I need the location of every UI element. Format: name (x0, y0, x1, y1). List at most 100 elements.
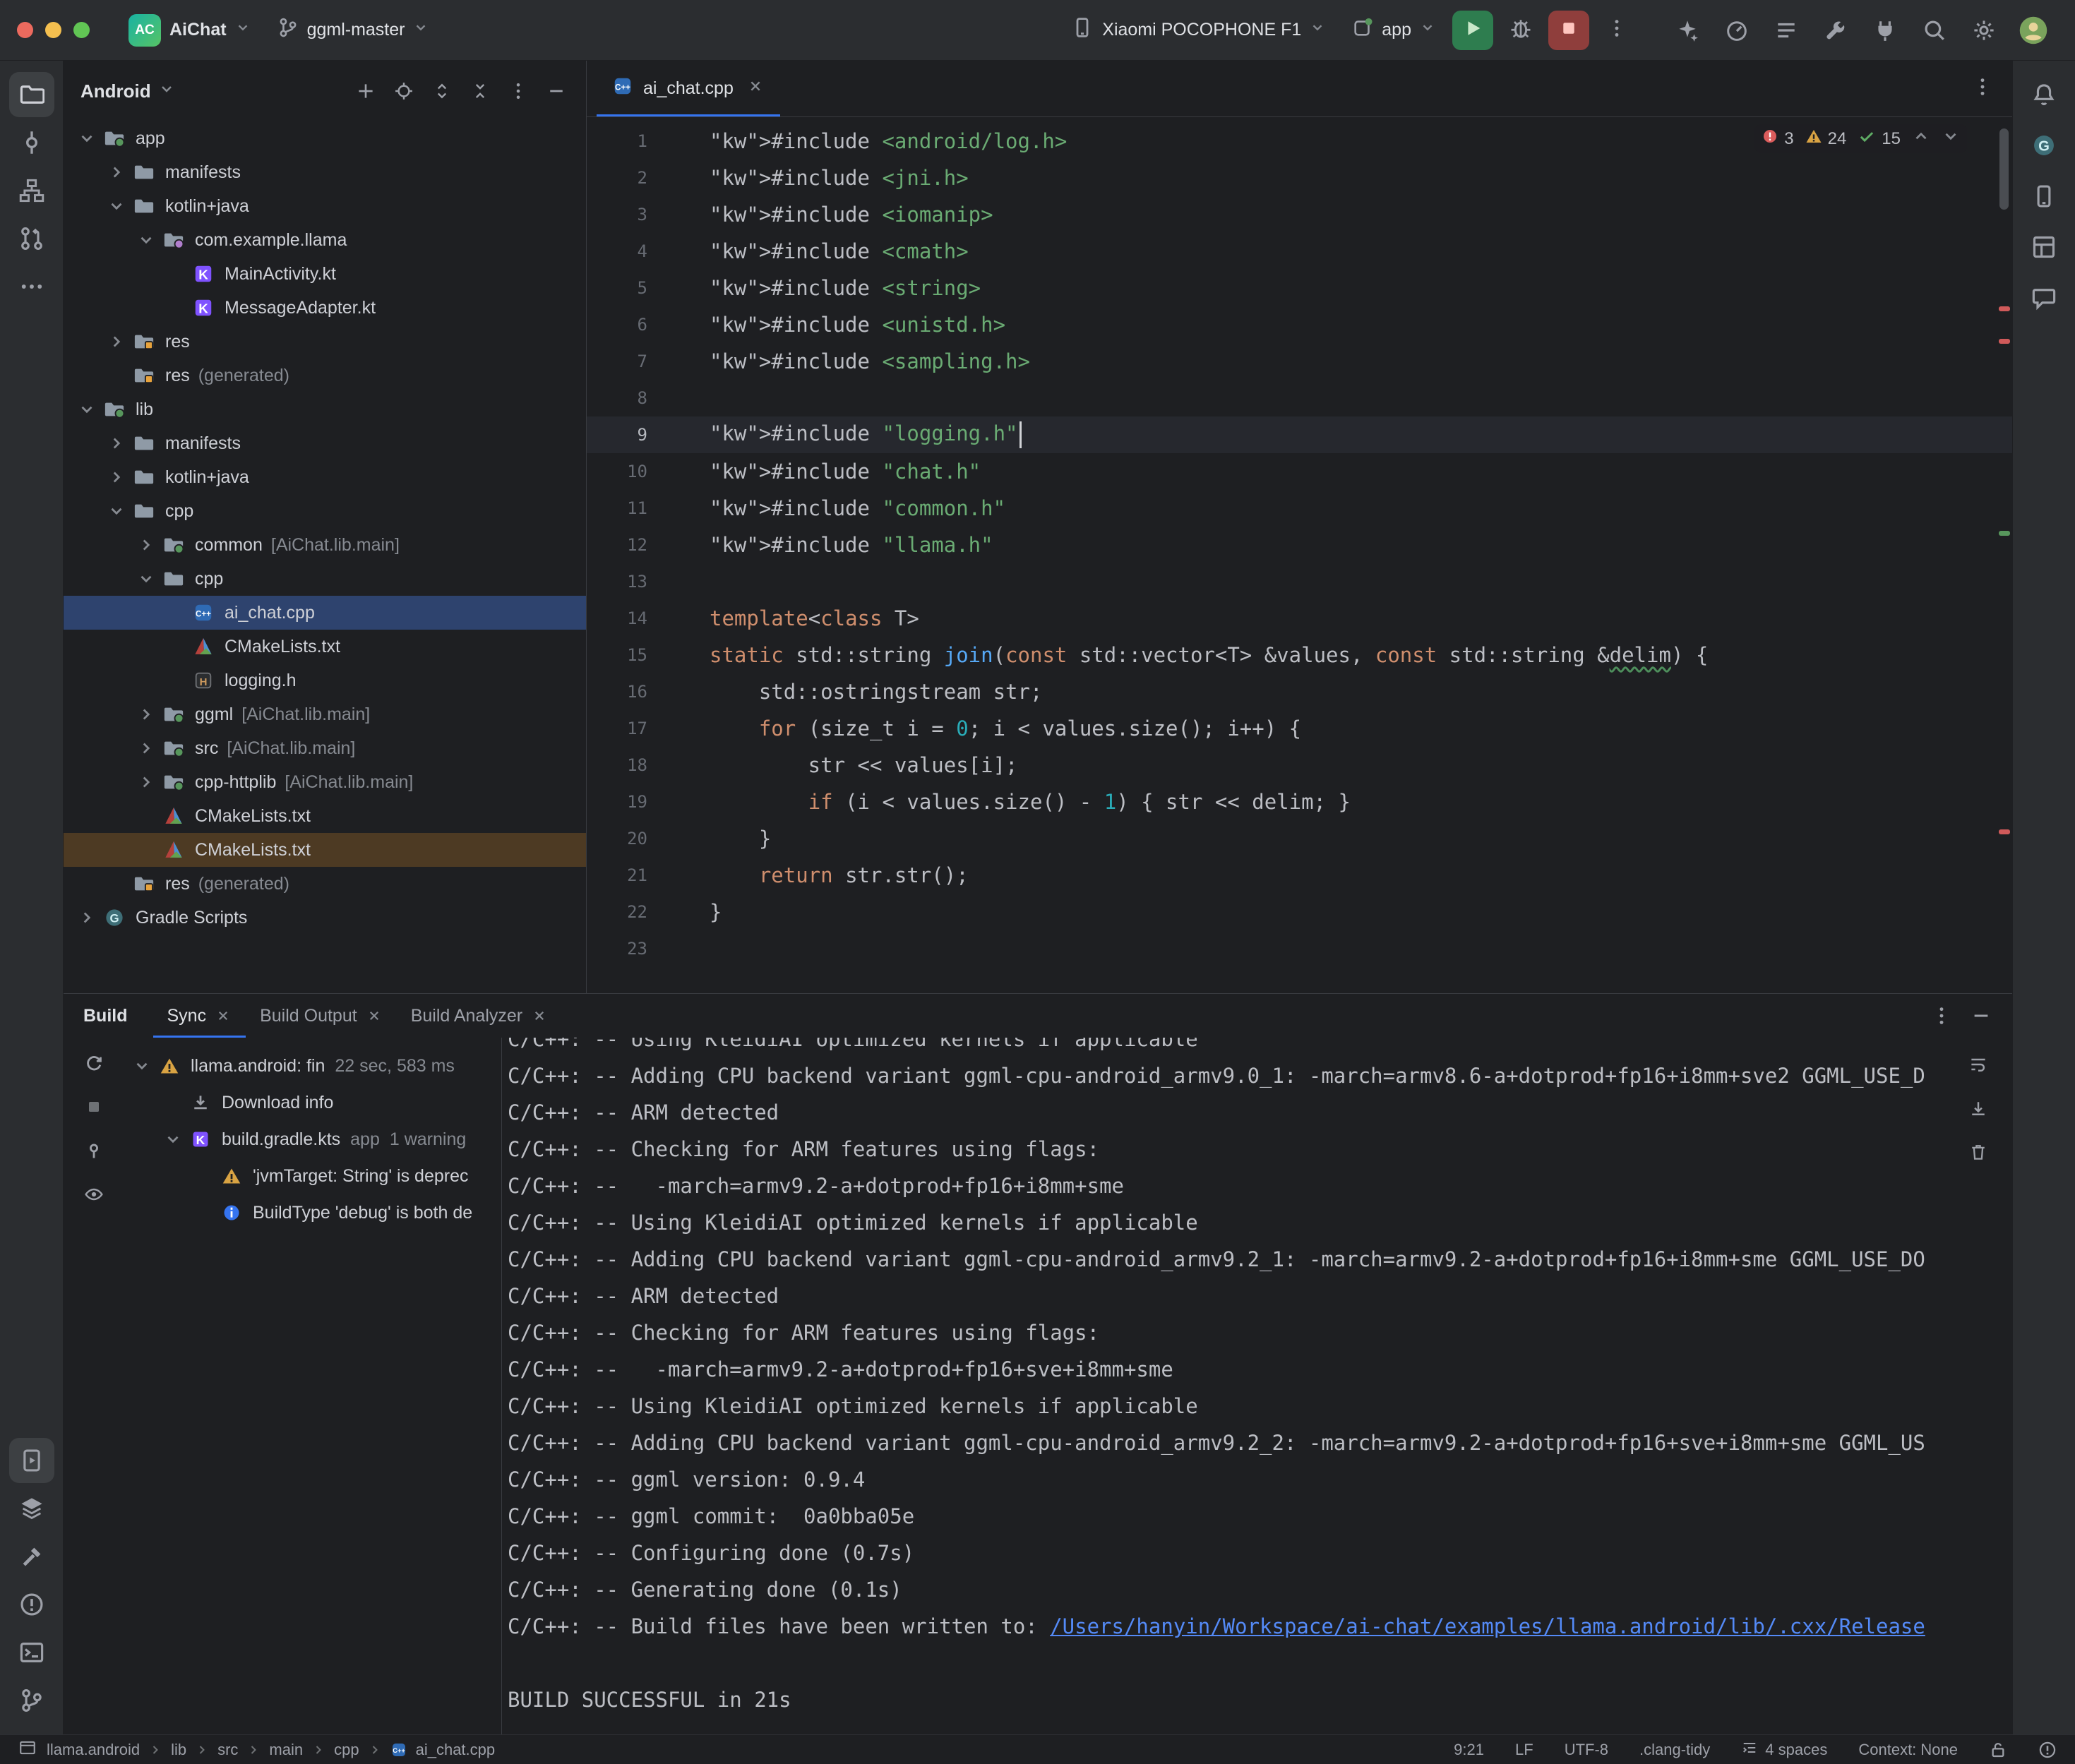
tree-chevron[interactable] (103, 502, 130, 520)
plugins-button[interactable] (1860, 11, 1910, 50)
tree-item-ggml[interactable]: ggml[AiChat.lib.main] (64, 697, 586, 731)
running-devices-button[interactable] (9, 1438, 54, 1483)
error-stripe-mark[interactable] (1999, 829, 2010, 834)
editor-tab-ai-chat-cpp[interactable]: C++ ai_chat.cpp (597, 61, 780, 116)
line-number[interactable]: 20 (587, 829, 647, 848)
build-tab-build-output[interactable]: Build Output (246, 994, 397, 1038)
previous-problem-button[interactable] (1912, 127, 1930, 150)
build-button[interactable] (9, 1534, 54, 1579)
tree-item-cmakelists-txt[interactable]: CMakeLists.txt (64, 833, 586, 867)
context-widget[interactable]: Context: None (1858, 1741, 1958, 1759)
tree-item-cpp[interactable]: cpp (64, 562, 586, 596)
run-config-selector[interactable]: app (1342, 11, 1445, 49)
build-tab-sync[interactable]: Sync (153, 994, 246, 1038)
breadcrumb-item[interactable]: ai_chat.cpp (416, 1741, 496, 1759)
profiler-button[interactable] (1712, 11, 1762, 50)
breadcrumb-item[interactable]: lib (171, 1741, 186, 1759)
console-link[interactable]: /Users/hanyin/Workspace/ai-chat/examples… (1050, 1614, 1925, 1638)
tree-item-manifests[interactable]: manifests (64, 426, 586, 460)
tree-chevron[interactable] (103, 163, 130, 181)
pull-requests-button[interactable] (9, 216, 54, 261)
inspections-widget[interactable]: 3 24 15 (1754, 124, 1967, 153)
inspection-passed[interactable]: 15 (1858, 127, 1901, 150)
tree-chevron[interactable] (103, 332, 130, 351)
locate-button[interactable] (387, 76, 421, 107)
structure-button[interactable] (9, 168, 54, 213)
build-tree-item[interactable]: llama.android: fin22 sec, 583 ms (124, 1048, 501, 1084)
maximize-window-button[interactable] (73, 22, 90, 38)
tree-item-common[interactable]: common[AiChat.lib.main] (64, 528, 586, 562)
tree-item-logging-h[interactable]: Hlogging.h (64, 664, 586, 697)
tree-chevron[interactable] (133, 773, 160, 791)
structure-lines-button[interactable] (1762, 11, 1811, 50)
device-manager-button[interactable] (2021, 174, 2067, 219)
tree-item-src[interactable]: src[AiChat.lib.main] (64, 731, 586, 765)
line-number[interactable]: 15 (587, 645, 647, 665)
file-encoding[interactable]: UTF-8 (1565, 1741, 1608, 1759)
change-stripe-mark[interactable] (1999, 531, 2010, 536)
tree-item-manifests[interactable]: manifests (64, 155, 586, 189)
breadcrumb-item[interactable]: llama.android (47, 1741, 140, 1759)
line-number[interactable]: 22 (587, 902, 647, 922)
tree-chevron[interactable] (133, 570, 160, 588)
show-exec-button[interactable] (76, 1179, 112, 1210)
stop-button[interactable] (1548, 11, 1589, 50)
line-number[interactable]: 4 (587, 241, 647, 261)
line-number[interactable]: 18 (587, 755, 647, 775)
tree-chevron[interactable] (103, 197, 130, 215)
tree-chevron[interactable] (103, 434, 130, 452)
settings-button[interactable] (1959, 11, 2009, 50)
breadcrumb-item[interactable]: main (269, 1741, 303, 1759)
line-number[interactable]: 23 (587, 939, 647, 959)
lock-icon[interactable] (1989, 1741, 2007, 1759)
inspection-warnings[interactable]: 24 (1805, 128, 1847, 150)
more-actions-button[interactable] (1596, 11, 1637, 50)
inspection-errors[interactable]: 3 (1762, 128, 1793, 150)
line-number[interactable]: 11 (587, 498, 647, 518)
build-options-button[interactable] (1925, 1000, 1959, 1031)
build-tree-item[interactable]: BuildType 'debug' is both de (124, 1194, 501, 1231)
layout-inspector-button[interactable] (2021, 224, 2067, 270)
editor-scrollbar[interactable] (1999, 128, 2009, 210)
rerun-button[interactable] (76, 1048, 112, 1079)
notifications-button[interactable] (2021, 72, 2067, 117)
build-tree-item[interactable]: 'jvmTarget: String' is deprec (124, 1158, 501, 1194)
line-number[interactable]: 12 (587, 535, 647, 555)
tools-button[interactable] (1811, 11, 1860, 50)
line-number[interactable]: 1 (587, 131, 647, 151)
line-number[interactable]: 5 (587, 278, 647, 298)
tree-item-com-example-llama[interactable]: com.example.llama (64, 223, 586, 257)
build-tree-item[interactable]: Kbuild.gradle.ktsapp1 warning (124, 1121, 501, 1158)
tree-item-res[interactable]: res(generated) (64, 867, 586, 901)
tree-item-ai-chat-cpp[interactable]: C++ai_chat.cpp (64, 596, 586, 630)
clear-all-button[interactable] (1960, 1136, 1997, 1168)
gradle-button[interactable]: G (2021, 123, 2067, 168)
tree-item-cpp-httplib[interactable]: cpp-httplib[AiChat.lib.main] (64, 765, 586, 799)
tree-item-cpp[interactable]: cpp (64, 494, 586, 528)
build-tree-item[interactable]: Download info (124, 1084, 501, 1121)
terminal-button[interactable] (9, 1630, 54, 1675)
tree-chevron[interactable] (133, 536, 160, 554)
tree-chevron[interactable] (160, 1130, 186, 1148)
tree-chevron[interactable] (128, 1057, 155, 1075)
problems-button[interactable] (9, 1582, 54, 1627)
line-number[interactable]: 9 (587, 425, 647, 445)
line-number[interactable]: 14 (587, 608, 647, 628)
code-area[interactable]: 1"kw">#include <android/log.h>2"kw">#inc… (587, 117, 2012, 993)
tree-item-messageadapter-kt[interactable]: KMessageAdapter.kt (64, 291, 586, 325)
device-selector[interactable]: Xiaomi POCOPHONE F1 (1061, 11, 1335, 49)
tree-item-lib[interactable]: lib (64, 392, 586, 426)
tree-chevron[interactable] (73, 400, 100, 419)
breadcrumb-item[interactable]: cpp (334, 1741, 359, 1759)
line-number[interactable]: 13 (587, 572, 647, 592)
indent-widget[interactable]: 4 spaces (1741, 1739, 1827, 1760)
caret-position[interactable]: 9:21 (1454, 1741, 1484, 1759)
tree-item-mainactivity-kt[interactable]: KMainActivity.kt (64, 257, 586, 291)
debug-button[interactable] (1500, 11, 1541, 50)
pin-button[interactable] (76, 1135, 112, 1166)
collapse-all-button[interactable] (463, 76, 497, 107)
hide-build-panel-button[interactable] (1964, 1000, 1998, 1031)
add-button[interactable] (349, 76, 383, 107)
editor-options-button[interactable] (1963, 69, 2002, 109)
tree-chevron[interactable] (133, 231, 160, 249)
